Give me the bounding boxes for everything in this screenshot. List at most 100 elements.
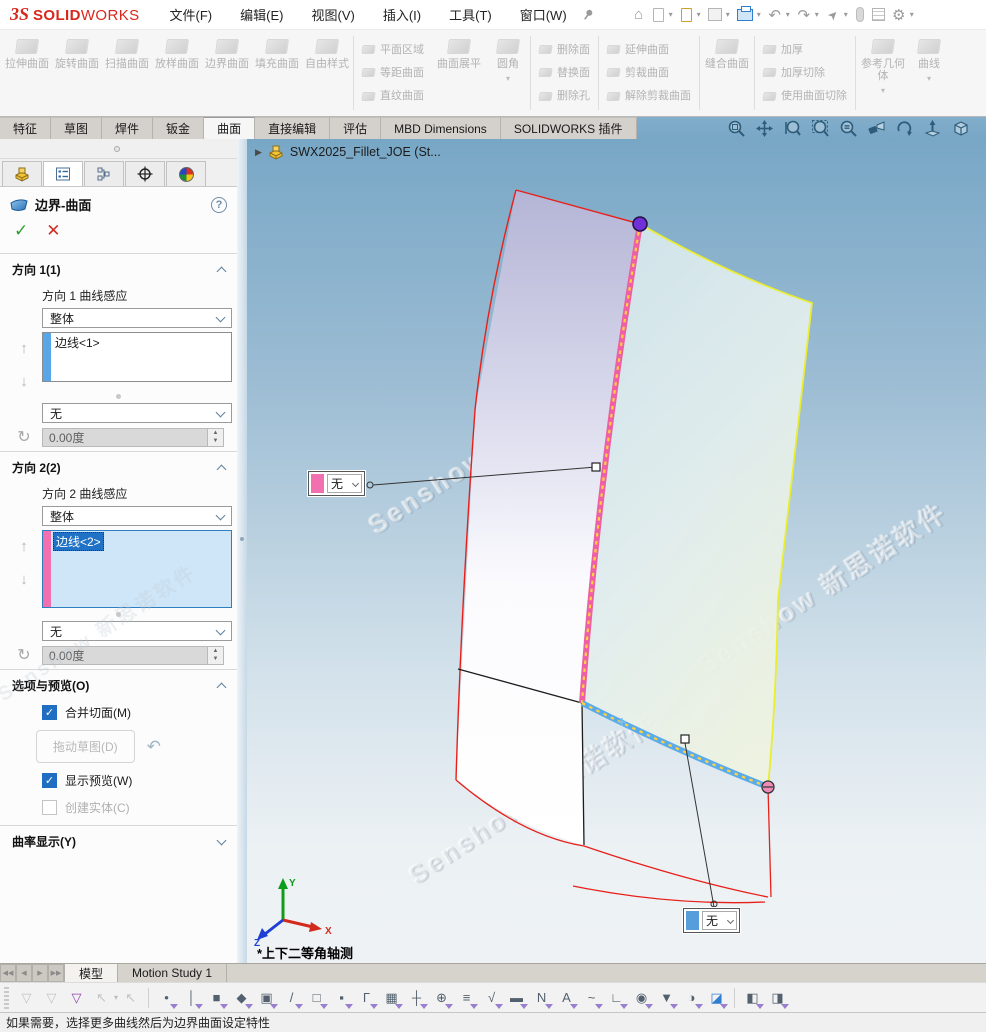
boundary-surface-model[interactable] [247,139,986,963]
flatten-surface-button[interactable]: 曲面展平 [431,34,487,112]
dir2-tangency-callout[interactable]: 无 [683,908,740,933]
dir2-curve-listbox[interactable]: 边线<2> [42,530,232,608]
show-preview-checkbox[interactable]: ✓ [42,773,57,788]
filter-extra2-icon[interactable]: ◨ [765,986,790,1010]
offset-surface-button[interactable]: 等距曲面 [362,64,424,82]
filter-sketch-points-icon[interactable]: ▪ [329,986,354,1010]
move-up-icon[interactable]: ↑ [20,340,28,357]
options-section-header[interactable]: 选项与预览(O) [0,669,237,699]
zoom-fit-icon[interactable] [727,118,747,138]
tab-surfaces[interactable]: 曲面 [204,117,255,139]
curves-dropdown-icon[interactable]: ▾ [927,74,931,83]
thicken-button[interactable]: 加厚 [763,41,847,59]
boundary-surface-button[interactable]: 边界曲面 [202,34,252,112]
panel-splitter[interactable] [237,139,247,963]
propertymanager-tab[interactable] [43,161,83,186]
drag-sketch-button[interactable]: 拖动草图(D) [36,730,135,763]
clear-all-filters-icon[interactable]: ▽ [64,986,89,1010]
options-gear-icon[interactable]: ⚙ [889,6,909,24]
reference-geometry-button[interactable]: 参考几何体▾ [857,34,909,112]
redo-caret-icon[interactable]: ▾ [815,10,819,19]
toolbar-grip[interactable] [4,987,9,1009]
filter-pins-icon[interactable]: ▼ [654,986,679,1010]
zoom-area-icon[interactable] [811,118,831,138]
select-icon[interactable]: ↖ [89,986,114,1010]
direction1-section-header[interactable]: 方向 1(1) [0,253,237,283]
trim-surface-button[interactable]: 剪裁曲面 [607,64,691,82]
filter-planes-icon[interactable]: □ [304,986,329,1010]
dir1-angle-input[interactable]: 0.00度 [42,428,208,447]
thickened-cut-button[interactable]: 加厚切除 [763,64,847,82]
filter-sketch-segments-icon[interactable]: Γ [354,986,379,1010]
dir1-callout-dropdown[interactable]: 无 [327,474,362,493]
dir1-angle-spinner[interactable]: ▲▼ [208,428,224,447]
next-tab-icon[interactable]: ▶ [32,964,48,982]
splitter-handle[interactable] [240,537,244,541]
tab-features[interactable]: 特征 [0,117,51,139]
create-solid-checkbox[interactable] [42,800,57,815]
menu-file[interactable]: 文件(F) [170,5,213,24]
zoom-in-out-icon[interactable] [783,118,803,138]
dir2-angle-input[interactable]: 0.00度 [42,646,208,665]
filter-hatch-icon[interactable]: ◉ [629,986,654,1010]
listbox-resize-handle[interactable] [116,612,121,617]
merge-tangent-faces-checkbox[interactable]: ✓ [42,705,57,720]
filter-vertices-icon[interactable]: • [154,986,179,1010]
save-icon[interactable] [708,8,722,21]
delete-face-button[interactable]: 删除面 [539,41,590,59]
menu-tools[interactable]: 工具(T) [449,5,492,24]
undo-caret-icon[interactable]: ▾ [786,10,790,19]
tab-evaluate[interactable]: 评估 [330,117,381,139]
dir1-tangency-combobox[interactable]: 无 [42,403,232,423]
filter-center-marks-icon[interactable]: ⊕ [429,986,454,1010]
new-document-icon[interactable] [653,8,664,22]
appearances-tab[interactable] [166,161,206,186]
filter-notes-icon[interactable]: N [529,986,554,1010]
filter-angle-icon[interactable]: ∟ [604,986,629,1010]
dir1-curve-item[interactable]: 边线<1> [53,334,102,351]
replace-face-button[interactable]: 替换面 [539,64,590,82]
filter-axes-icon[interactable]: / [279,986,304,1010]
display-style-icon[interactable] [951,118,971,138]
filter-centerlines-icon[interactable]: ≡ [454,986,479,1010]
filter-balloons-icon[interactable]: A [554,986,579,1010]
tab-direct-editing[interactable]: 直接编辑 [255,117,330,139]
fillet-button[interactable]: 圆角▾ [487,34,529,112]
cut-with-surface-button[interactable]: 使用曲面切除 [763,87,847,105]
knit-surface-button[interactable]: 缝合曲面 [701,34,753,112]
direction2-section-header[interactable]: 方向 2(2) [0,451,237,481]
selection-pill-icon[interactable] [856,7,864,22]
select-cursor-icon[interactable]: ➤ [821,2,845,26]
options-caret-icon[interactable]: ▾ [910,10,914,19]
rotate-view-icon[interactable] [895,118,915,138]
dir1-curve-listbox[interactable]: 边线<1> [42,332,232,382]
filter-surface-bodies-icon[interactable]: ◆ [229,986,254,1010]
curvature-section-header[interactable]: 曲率显示(Y) [0,825,237,855]
extruded-surface-button[interactable]: 拉伸曲面 [2,34,52,112]
print-caret-icon[interactable]: ▾ [757,10,761,19]
listbox-resize-handle[interactable] [116,394,121,399]
pan-icon[interactable] [755,118,775,138]
flyout-arrow-icon[interactable]: ▶ [255,147,262,158]
cancel-button[interactable]: ✕ [46,222,60,239]
filter-highlight-faces-icon[interactable]: ◪ [704,986,729,1010]
print-icon[interactable] [737,9,753,21]
normal-to-icon[interactable] [923,118,943,138]
tab-solidworks-addins[interactable]: SOLIDWORKS 插件 [501,117,637,139]
tab-sketch[interactable]: 草图 [51,117,102,139]
first-tab-icon[interactable]: ◀◀ [0,964,16,982]
graphics-area[interactable]: Senshow 新思诺软件 Senshow 新思诺软件 Senshow 新思诺软… [247,139,986,963]
last-tab-icon[interactable]: ▶▶ [48,964,64,982]
dir1-influence-combobox[interactable]: 整体 [42,308,232,328]
zoom-selected-icon[interactable] [839,118,859,138]
filled-surface-button[interactable]: 填充曲面 [252,34,302,112]
panel-collapse-handle[interactable] [114,146,120,152]
untrim-surface-button[interactable]: 解除剪裁曲面 [607,87,691,105]
menu-window[interactable]: 窗口(W) [520,5,567,24]
document-breadcrumb[interactable]: ▶ SWX2025_Fillet_JOE (St... [255,144,441,160]
dir2-influence-combobox[interactable]: 整体 [42,506,232,526]
task-pane-icon[interactable] [872,8,885,21]
menu-edit[interactable]: 编辑(E) [240,5,283,24]
ok-button[interactable]: ✓ [14,222,28,239]
filter-edges-icon[interactable]: │ [179,986,204,1010]
